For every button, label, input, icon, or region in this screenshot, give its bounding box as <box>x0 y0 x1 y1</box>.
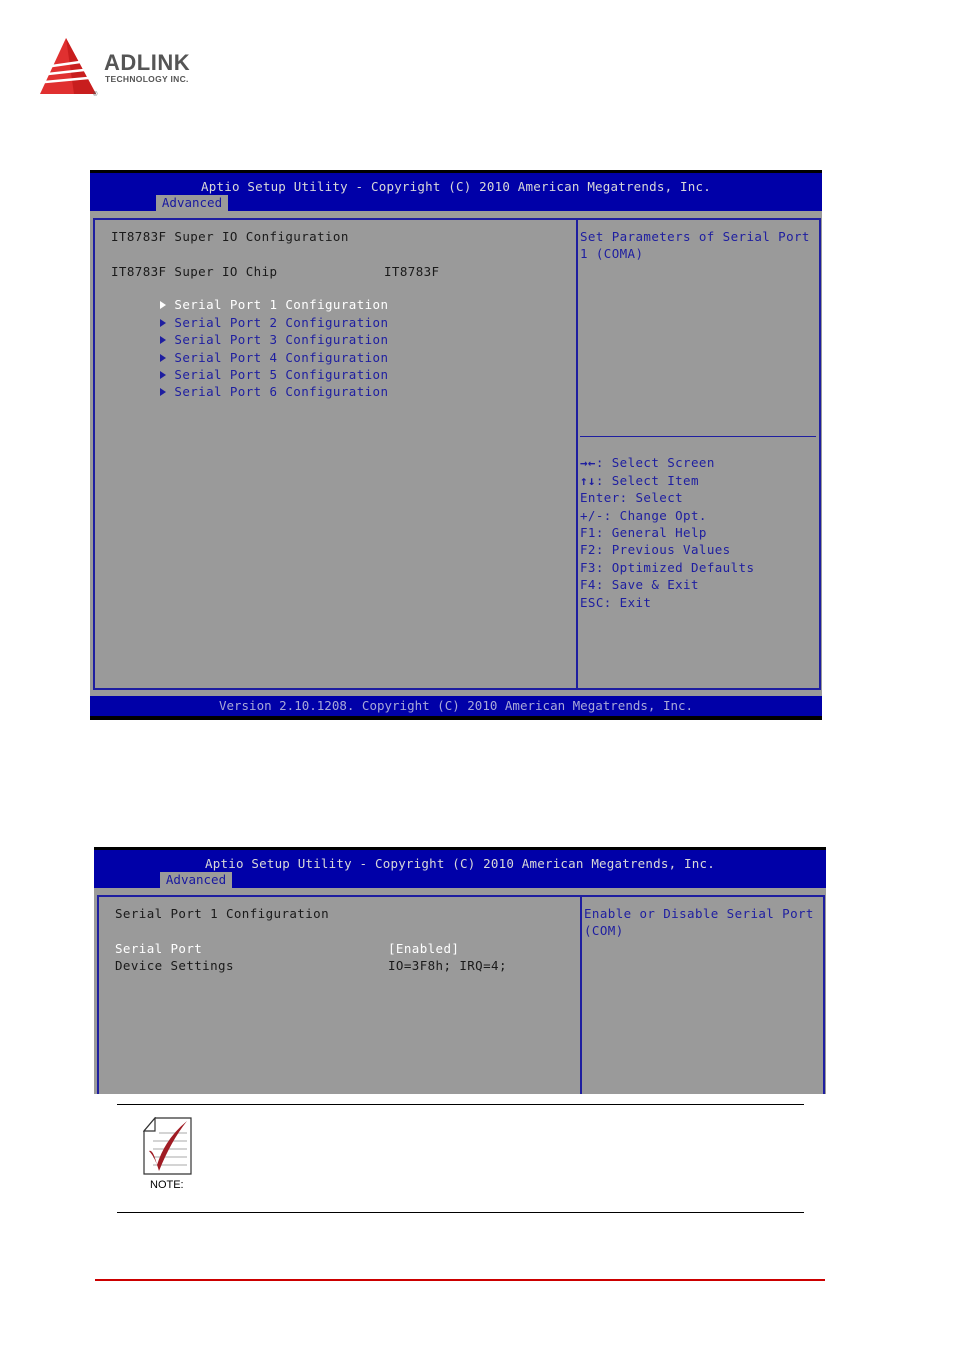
checklist-note-icon <box>142 1116 193 1179</box>
info-row-value: IT8783F <box>384 264 440 279</box>
bios-title: Aptio Setup Utility - Copyright (C) 2010… <box>205 856 715 871</box>
key-hint-f3: F3: Optimized Defaults <box>580 560 755 575</box>
adlink-triangle-icon: ® <box>40 38 98 98</box>
note-label: NOTE: <box>150 1179 184 1191</box>
bios-header: Aptio Setup Utility - Copyright (C) 2010… <box>94 850 826 888</box>
help-panel: Set Parameters of Serial Port 1 (COMA) →… <box>576 218 821 690</box>
key-lr-arrows-icon: →← <box>580 455 596 470</box>
help-description-line-2: 1 (COMA) <box>580 246 644 261</box>
help-description-line-2: (COM) <box>584 923 624 938</box>
bios-body: Serial Port 1 Configuration Serial Port … <box>94 888 826 1094</box>
key-ud-arrows-icon: ↑↓ <box>580 473 596 488</box>
setting-device-settings-label: Device Settings <box>115 958 234 973</box>
help-description-line-1: Set Parameters of Serial Port <box>580 229 810 244</box>
main-panel: Serial Port 1 Configuration Serial Port … <box>97 895 584 1094</box>
info-row-label: IT8783F Super IO Chip <box>111 264 278 279</box>
key-hint-select-screen: →←: Select Screen <box>580 455 715 470</box>
note-bottom-rule <box>117 1212 804 1213</box>
bios-screen-serial-port-1: Aptio Setup Utility - Copyright (C) 2010… <box>94 847 826 1094</box>
key-hint-enter: Enter: Select <box>580 490 684 505</box>
bios-footer: Version 2.10.1208. Copyright (C) 2010 Am… <box>90 696 822 716</box>
note-top-rule <box>117 1104 804 1105</box>
help-divider <box>580 436 816 437</box>
key-hint-select-item: ↑↓: Select Item <box>580 473 699 488</box>
bios-body: IT8783F Super IO Configuration IT8783F S… <box>90 211 822 698</box>
setting-device-settings-value: IO=3F8h; IRQ=4; <box>388 958 507 973</box>
key-hint-change-opt: +/-: Change Opt. <box>580 508 707 523</box>
logo-subtitle: TECHNOLOGY INC. <box>105 74 189 84</box>
submenu-serial-port-6[interactable]: Serial Port 6 Configuration <box>97 368 388 416</box>
tab-advanced[interactable]: Advanced <box>156 195 228 211</box>
tab-advanced[interactable]: Advanced <box>160 872 232 888</box>
help-panel: Enable or Disable Serial Port (COM) <box>580 895 825 1094</box>
setting-serial-port-value[interactable]: [Enabled] <box>388 941 459 957</box>
adlink-logo: ® ADLINK TECHNOLOGY INC. <box>38 36 233 98</box>
submenu-arrow-icon <box>160 388 167 396</box>
main-panel: IT8783F Super IO Configuration IT8783F S… <box>93 218 580 690</box>
key-hint-f1: F1: General Help <box>580 525 707 540</box>
key-hint-f2: F2: Previous Values <box>580 542 731 557</box>
key-hint-f4: F4: Save & Exit <box>580 577 699 592</box>
bios-header: Aptio Setup Utility - Copyright (C) 2010… <box>90 173 822 211</box>
key-hint-esc: ESC: Exit <box>580 595 652 610</box>
bios-screen-super-io: Aptio Setup Utility - Copyright (C) 2010… <box>90 170 822 720</box>
bios-title: Aptio Setup Utility - Copyright (C) 2010… <box>201 179 711 194</box>
help-description-line-1: Enable or Disable Serial Port <box>584 906 814 921</box>
page-footer-rule <box>95 1279 825 1281</box>
section-heading: Serial Port 1 Configuration <box>115 906 329 921</box>
logo-brand: ADLINK <box>104 50 191 75</box>
section-heading: IT8783F Super IO Configuration <box>111 229 349 244</box>
setting-serial-port-label[interactable]: Serial Port <box>115 941 202 957</box>
registered-mark: ® <box>93 91 98 98</box>
submenu-label: Serial Port 6 Configuration <box>174 384 389 399</box>
